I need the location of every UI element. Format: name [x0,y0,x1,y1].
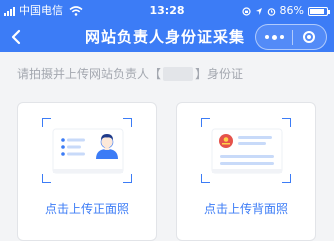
page-content: 请拍摄并上传网站负责人【 】身份证 点击上传正面照 点击上传背面照 [0,52,334,241]
page-title: 网站负责人身份证采集 [84,28,245,46]
instruction-before: 请拍摄并上传网站负责人【 [17,67,162,81]
status-right: 86% [238,0,330,22]
more-dots-icon [264,35,269,39]
frame-corner [42,174,51,183]
back-button[interactable] [6,26,28,48]
responsible-name-placeholder [163,66,194,81]
instruction-text: 请拍摄并上传网站负责人【 】身份证 [17,65,243,82]
id-card-back-icon [211,128,283,174]
location-icon [255,7,262,15]
battery-percent: 86% [279,4,304,17]
upload-front-label: 点击上传正面照 [44,202,129,216]
battery-fill [310,8,324,14]
mini-program-capsule [255,24,327,50]
battery-icon [308,6,330,16]
alarm-icon [267,7,275,16]
status-bar: 中国电信 13:28 86% [0,0,334,22]
close-button[interactable] [291,25,326,49]
rotation-lock-icon [241,6,251,16]
frame-corner [201,174,210,183]
id-card-front-icon [52,128,124,174]
frame-corner [42,118,51,127]
instruction-after: 】身份证 [195,67,244,81]
upload-front-card[interactable]: 点击上传正面照 [17,102,157,241]
frame-corner [201,118,210,127]
nav-bar: 网站负责人身份证采集 [0,22,334,52]
target-close-icon [302,31,315,43]
chevron-left-icon [11,29,21,45]
upload-back-label: 点击上传背面照 [203,202,288,216]
more-button[interactable] [256,25,292,49]
upload-back-card[interactable]: 点击上传背面照 [176,102,316,241]
